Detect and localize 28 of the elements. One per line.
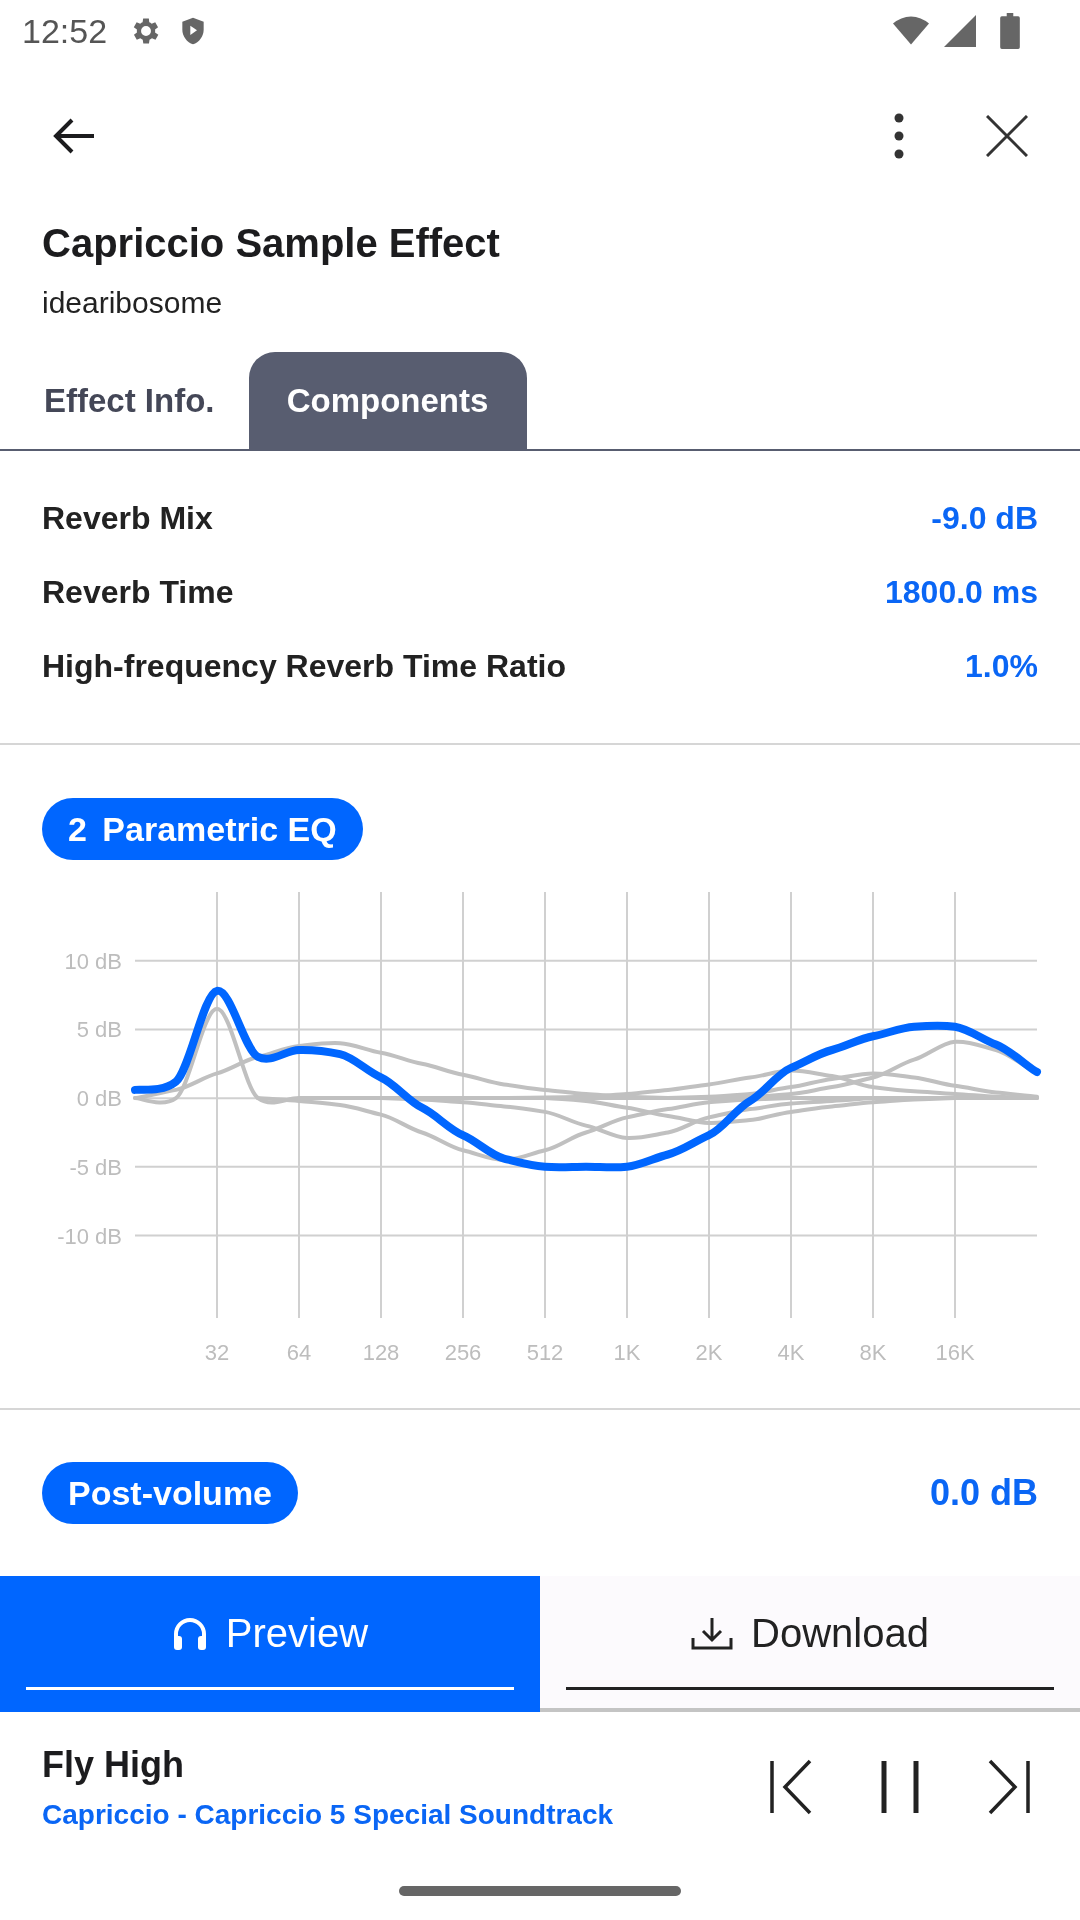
axis-label: 2K bbox=[695, 1340, 723, 1365]
axis-label: 0 dB bbox=[76, 1086, 122, 1112]
parameter-name: Reverb Time bbox=[42, 573, 234, 611]
status-time: 12:52 bbox=[22, 11, 108, 51]
axis-label: 128 bbox=[362, 1340, 400, 1365]
parameter-value: 1.0% bbox=[965, 647, 1038, 685]
axis-label: 512 bbox=[526, 1340, 564, 1365]
axis-label: 64 bbox=[286, 1340, 312, 1365]
axis-label: 10 dB bbox=[64, 948, 122, 974]
axis-label: 16K bbox=[935, 1340, 975, 1365]
effect-title: Capriccio Sample Effect bbox=[42, 220, 501, 266]
parameter-value: 1800.0 ms bbox=[885, 573, 1038, 611]
parameter-name: Reverb Mix bbox=[42, 499, 213, 537]
axis-label: -10 dB bbox=[57, 1223, 122, 1249]
author-name: idearibosome bbox=[42, 285, 224, 321]
parameter-name: High-frequency Reverb Time Ratio bbox=[42, 647, 566, 685]
axis-label: 5 dB bbox=[76, 1017, 122, 1043]
axis-label: 8K bbox=[859, 1340, 887, 1365]
axis-label: 1K bbox=[613, 1340, 641, 1365]
axis-label: 32 bbox=[204, 1340, 230, 1365]
post-volume-value: 0.0 dB bbox=[929, 1472, 1038, 1514]
axis-label: 256 bbox=[444, 1340, 482, 1365]
parameter-value: -9.0 dB bbox=[931, 499, 1038, 537]
section-badge: 2 Parametric EQ bbox=[42, 798, 363, 860]
section-badge: Post-volume bbox=[42, 1462, 299, 1524]
axis-label: -5 dB bbox=[69, 1154, 122, 1180]
axis-label: 4K bbox=[777, 1340, 805, 1365]
song-title: Fly High bbox=[42, 1743, 185, 1787]
